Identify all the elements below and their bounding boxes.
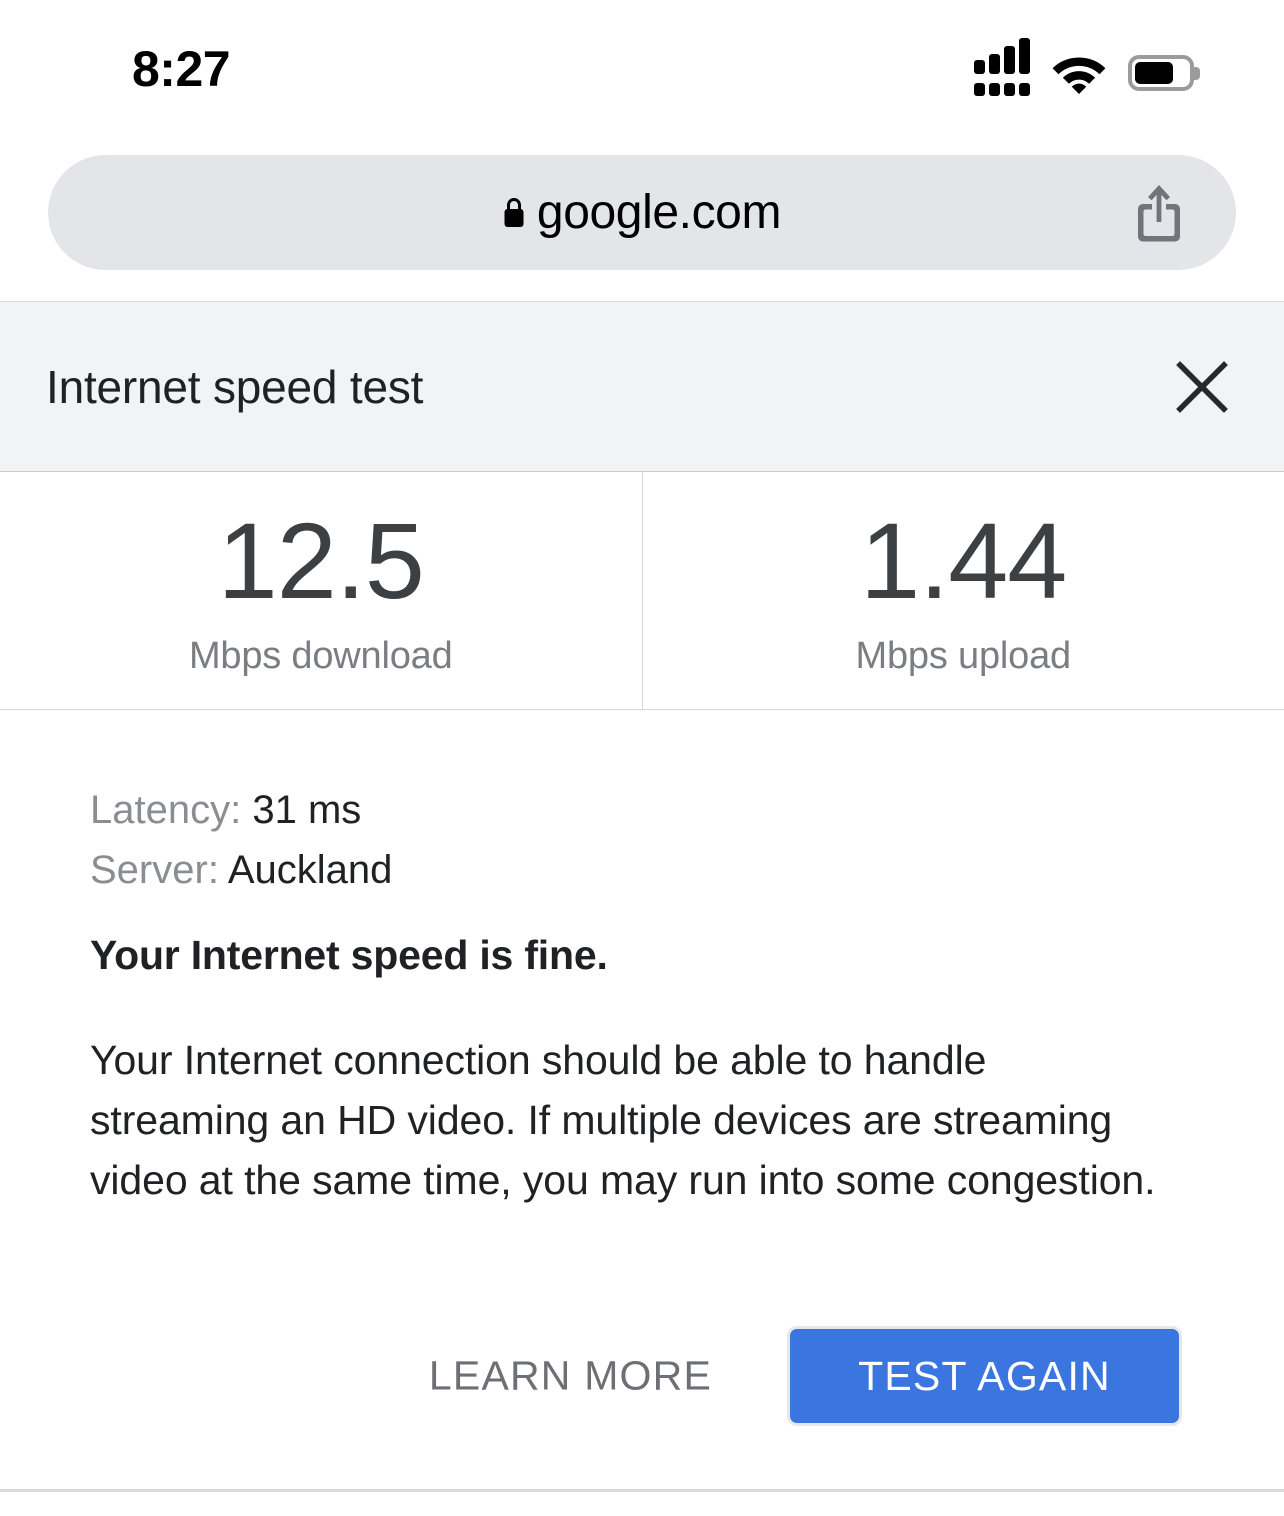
latency-label: Latency: (90, 788, 242, 832)
battery-icon (1128, 55, 1200, 93)
download-label: Mbps download (188, 634, 453, 677)
upload-result: 1.44 Mbps upload (643, 472, 1284, 709)
latency-value: 31 ms (252, 788, 362, 832)
signal-dot-2 (989, 83, 1000, 96)
signal-dot-1 (974, 83, 985, 96)
signal-bar-1 (974, 60, 985, 74)
signal-bar-4 (1019, 38, 1030, 74)
signal-dot-4 (1019, 83, 1030, 96)
download-value: 12.5 (217, 499, 425, 621)
page-title: Internet speed test (46, 360, 424, 413)
signal-dot-3 (1004, 83, 1015, 96)
action-bar: LEARN MORE TEST AGAIN (0, 1326, 1284, 1426)
server-value: Auckland (227, 848, 393, 892)
lock-icon (504, 197, 524, 227)
browser-address-bar[interactable]: google.com (48, 155, 1236, 270)
status-bar-icons (974, 38, 1200, 100)
speed-results: 12.5 Mbps download 1.44 Mbps upload (0, 472, 1284, 710)
upload-label: Mbps upload (855, 634, 1072, 677)
connection-details: Latency: 31 ms Server: Auckland (90, 780, 392, 900)
battery-nub (1194, 67, 1200, 80)
learn-more-button[interactable]: LEARN MORE (429, 1355, 712, 1397)
server-label: Server: (90, 848, 219, 892)
server-row: Server: Auckland (90, 840, 392, 900)
wifi-icon (1052, 57, 1106, 94)
latency-row: Latency: 31 ms (90, 780, 392, 840)
address-bar-content[interactable]: google.com (48, 155, 1236, 270)
close-icon[interactable] (1172, 357, 1232, 417)
cellular-signal-icon (974, 38, 1030, 98)
signal-bar-2 (989, 54, 1000, 74)
battery-fill (1135, 62, 1173, 84)
share-icon[interactable] (1130, 182, 1188, 244)
bottom-divider (0, 1489, 1284, 1492)
status-bar-clock: 8:27 (132, 41, 231, 97)
test-again-button[interactable]: TEST AGAIN (787, 1326, 1182, 1426)
signal-bar-3 (1004, 46, 1015, 74)
download-result: 12.5 Mbps download (0, 472, 643, 709)
status-bar: 8:27 (0, 0, 1284, 130)
url-text: google.com (536, 185, 782, 239)
verdict-text: Your Internet speed is fine. (90, 932, 608, 978)
upload-value: 1.44 (860, 499, 1067, 621)
speed-test-card-header: Internet speed test (0, 301, 1284, 472)
description-text: Your Internet connection should be able … (90, 1037, 1156, 1203)
